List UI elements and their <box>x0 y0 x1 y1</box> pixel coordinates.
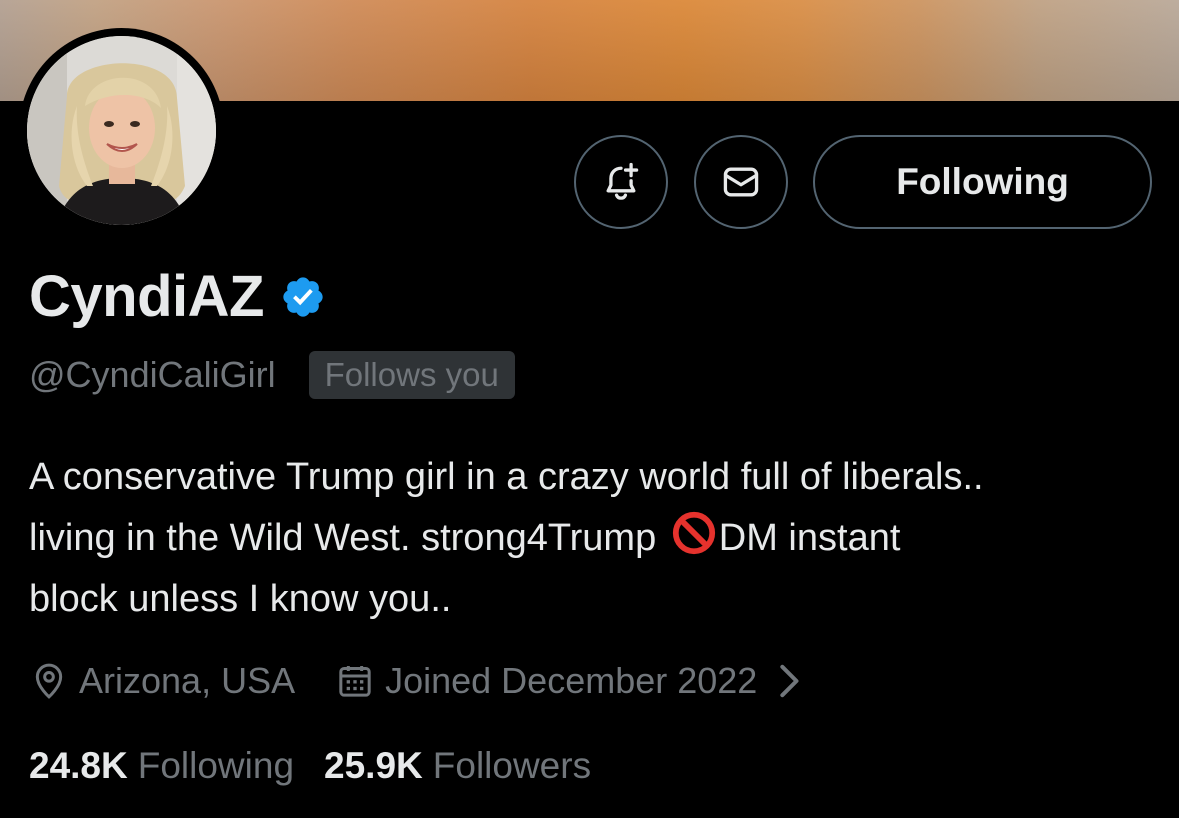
avatar-ring <box>19 28 224 233</box>
following-count: 24.8K <box>29 745 128 786</box>
location-pin-icon <box>35 663 63 699</box>
avatar[interactable] <box>27 36 216 225</box>
follow-stats: 24.8K Following 25.9K Followers <box>29 741 591 791</box>
location: Arizona, USA <box>29 656 295 706</box>
bio: A conservative Trump girl in a crazy wor… <box>29 447 1169 630</box>
location-text: Arizona, USA <box>79 660 296 701</box>
bio-text: DM instant <box>718 517 901 559</box>
message-button[interactable] <box>694 135 788 229</box>
followers-stat[interactable]: 25.9K Followers <box>324 741 591 791</box>
display-name: CyndiAZ <box>29 264 264 329</box>
verified-badge-icon[interactable] <box>280 274 326 320</box>
following-button[interactable]: Following <box>813 135 1152 229</box>
bell-plus-icon <box>606 162 639 200</box>
bio-line: living in the Wild West. strong4Trump DM… <box>29 508 1169 569</box>
handle-row: @CyndiCaliGirl Follows you <box>29 351 515 399</box>
envelope-icon <box>723 167 759 197</box>
avatar-photo <box>27 36 216 225</box>
name-row: CyndiAZ <box>29 262 326 332</box>
joined-date[interactable]: Joined December 2022 <box>335 656 819 706</box>
followers-count: 25.9K <box>324 745 423 786</box>
calendar-icon <box>339 666 371 697</box>
chevron-right-icon <box>780 664 799 698</box>
following-stat[interactable]: 24.8K Following <box>29 741 294 791</box>
profile-page: Following CyndiAZ @CyndiCaliGirl Follows… <box>0 0 1179 818</box>
handle: @CyndiCaliGirl <box>29 354 276 395</box>
joined-text: Joined December 2022 <box>385 660 758 701</box>
bio-line: block unless I know you.. <box>29 578 452 620</box>
follows-you-badge: Follows you <box>308 351 515 399</box>
following-label: Following <box>137 745 295 786</box>
followers-label: Followers <box>432 745 592 786</box>
notify-button[interactable] <box>574 135 668 229</box>
prohibited-icon <box>672 511 715 555</box>
bio-text: living in the Wild West. strong4Trump <box>29 517 667 559</box>
profile-meta: Arizona, USA Joined December 2022 <box>29 656 819 706</box>
bio-line: A conservative Trump girl in a crazy wor… <box>29 456 984 498</box>
